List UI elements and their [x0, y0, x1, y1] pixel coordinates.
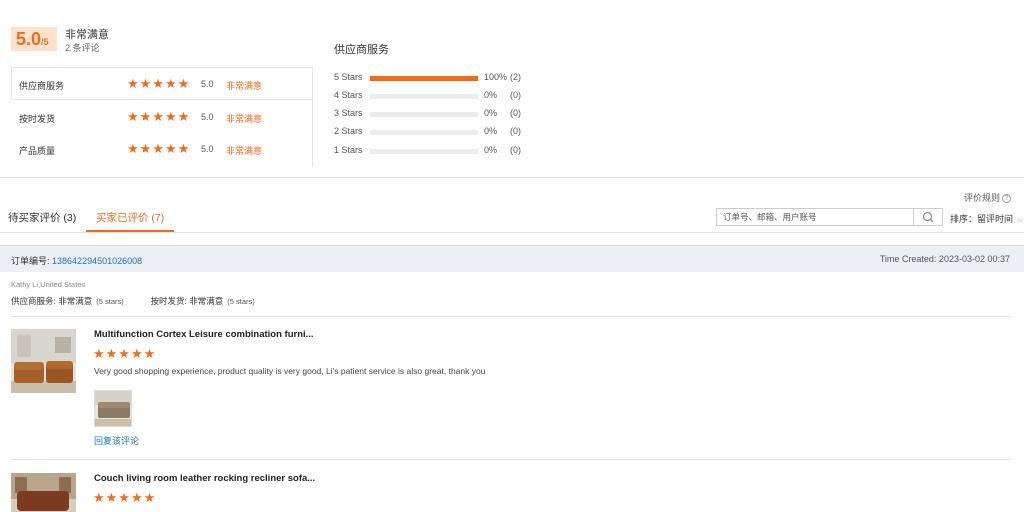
- rating-value: 5.0: [201, 144, 214, 154]
- rating-level: 非常满意: [226, 114, 263, 124]
- buyer-name-country: Kathy Li,United States: [11, 280, 86, 289]
- distribution-row-2: 2 Stars 0% (0): [334, 126, 534, 138]
- rating-level: 非常满意: [226, 81, 263, 91]
- search-icon: [922, 211, 934, 223]
- overall-score: 5.0: [16, 29, 42, 49]
- sofa-product-image: [11, 329, 76, 393]
- rating-value: 5.0: [201, 79, 214, 89]
- order-number-label: 订单编号:: [11, 256, 50, 266]
- distribution-count: (0): [510, 145, 521, 155]
- review-photo[interactable]: [94, 390, 132, 427]
- distribution-percent: 0%: [484, 90, 498, 100]
- score-denominator: /5: [41, 37, 49, 47]
- rating-label: 供应商服务: [19, 81, 65, 91]
- divider: [11, 316, 1011, 317]
- rating-summary: 5.0/5 非常满意 2 条评论 供应商服务 ★★★★★ 5.0 非常满意 按时…: [0, 0, 1024, 178]
- star-icon: ★★★★★: [127, 141, 191, 156]
- star-level-label: 4 Stars: [334, 90, 363, 100]
- reply-review-link[interactable]: 回复该评论: [94, 434, 139, 447]
- rating-label: 按时发货: [19, 114, 56, 124]
- distribution-row-5: 5 Stars 100% (2): [334, 72, 534, 84]
- distribution-row-4: 4 Stars 0% (0): [334, 90, 534, 102]
- supplier-service-stars: (5 stars): [96, 297, 124, 306]
- product-name-link[interactable]: Multifunction Cortex Leisure combination…: [94, 329, 314, 340]
- order-ratings: 供应商服务: 非常满意 (5 stars) 按时发货: 非常满意 (5 stars): [11, 295, 255, 307]
- star-icon: ★★★★★: [127, 76, 191, 91]
- distribution-bar: [370, 94, 478, 99]
- product-thumbnail[interactable]: [11, 473, 76, 512]
- rating-level: 非常满意: [226, 146, 263, 156]
- search-box: [716, 208, 943, 226]
- star-icon: ★★★★★: [93, 490, 157, 505]
- rating-row-product-quality: 产品质量 ★★★★★ 5.0 非常满意: [11, 142, 313, 158]
- distribution-percent: 0%: [484, 108, 498, 118]
- rating-value: 5.0: [201, 112, 214, 122]
- review-count: 2 条评论: [65, 43, 100, 53]
- distribution-bar: [370, 149, 478, 154]
- tab-reviewed[interactable]: 买家已评价 (7): [86, 210, 175, 232]
- rating-row-supplier-service: 供应商服务 ★★★★★ 5.0 非常满意: [11, 77, 313, 93]
- distribution-row-1: 1 Stars 0% (0): [334, 145, 534, 157]
- distribution-row-3: 3 Stars 0% (0): [334, 108, 534, 120]
- star-icon: ★★★★★: [127, 109, 191, 124]
- star-icon: ★★★★★: [93, 346, 157, 361]
- tab-divider: [0, 232, 1024, 233]
- product-thumbnail[interactable]: [11, 329, 76, 393]
- supplier-service-value: 非常满意: [58, 296, 93, 306]
- ontime-label: 按时发货:: [150, 296, 187, 306]
- product-name-link[interactable]: Couch living room leather rocking reclin…: [94, 473, 315, 484]
- recliner-product-image: [11, 473, 76, 512]
- order-time-created: Time Created: 2023-03-02 00:37: [879, 254, 1010, 264]
- overall-score-badge: 5.0/5: [11, 27, 57, 51]
- distribution-percent: 100%: [484, 72, 508, 82]
- review-photo-image: [95, 391, 131, 426]
- sort-dropdown[interactable]: 排序：留评时间 ⌵: [950, 212, 1024, 225]
- distribution-bar: [370, 76, 478, 81]
- distribution-percent: 0%: [484, 145, 498, 155]
- search-button[interactable]: [913, 209, 942, 225]
- distribution-count: (0): [510, 126, 521, 136]
- rating-label: 产品质量: [19, 146, 56, 156]
- distribution-count: (2): [510, 72, 521, 82]
- rating-row-on-time-delivery: 按时发货 ★★★★★ 5.0 非常满意: [11, 110, 313, 126]
- distribution-count: (0): [510, 90, 521, 100]
- help-circle-icon[interactable]: ?: [1002, 194, 1012, 203]
- divider: [11, 459, 1011, 460]
- overall-rating-label: 非常满意: [65, 29, 109, 41]
- supplier-service-label: 供应商服务:: [11, 296, 56, 306]
- order-number: 订单编号: 138642294501026008: [11, 254, 142, 267]
- sort-label[interactable]: 排序：留评时间: [950, 214, 1013, 224]
- ontime-stars: (5 stars): [227, 297, 255, 306]
- star-level-label: 3 Stars: [334, 108, 363, 118]
- review-rules-link[interactable]: 评价规则?: [964, 191, 1012, 204]
- distribution-bar: [370, 112, 478, 117]
- review-rules-label[interactable]: 评价规则: [964, 193, 1000, 203]
- chevron-down-icon[interactable]: ⌵: [1017, 214, 1024, 224]
- ontime-value: 非常满意: [189, 296, 224, 306]
- star-level-label: 5 Stars: [334, 72, 363, 82]
- order-header: 订单编号: 138642294501026008 Time Created: 2…: [0, 245, 1024, 272]
- distribution-title: 供应商服务: [334, 44, 389, 56]
- distribution-percent: 0%: [484, 126, 498, 136]
- rating-breakdown: 供应商服务 ★★★★★ 5.0 非常满意 按时发货 ★★★★★ 5.0 非常满意…: [11, 67, 313, 167]
- distribution-count: (0): [510, 108, 521, 118]
- tab-pending-review[interactable]: 待买家评价 (3): [8, 210, 76, 232]
- search-input[interactable]: [717, 209, 913, 225]
- review-comment: Very good shopping experience, product q…: [94, 366, 486, 376]
- order-number-link[interactable]: 138642294501026008: [52, 256, 142, 266]
- star-level-label: 1 Stars: [334, 145, 363, 155]
- distribution-bar: [370, 130, 478, 135]
- distribution-bar-fill: [370, 76, 478, 81]
- star-level-label: 2 Stars: [334, 126, 363, 136]
